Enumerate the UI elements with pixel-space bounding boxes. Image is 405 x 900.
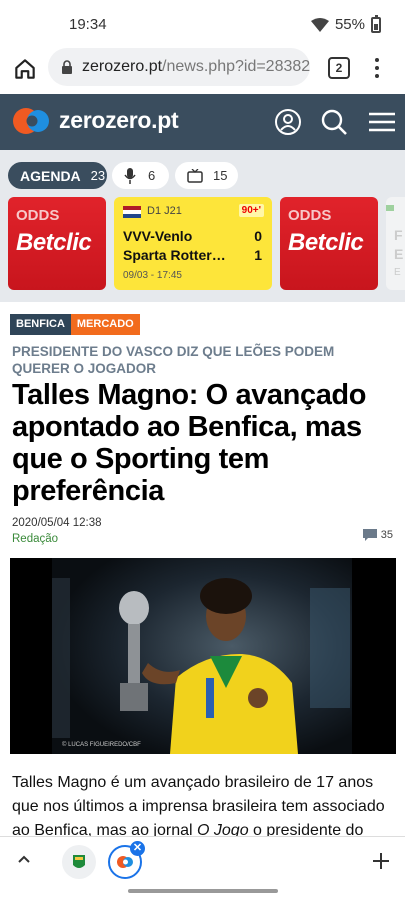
url-host: zerozero.pt	[82, 58, 163, 75]
tag-mercado[interactable]: MERCADO	[70, 314, 140, 335]
url-path: /news.php?id=28382	[162, 58, 310, 75]
article-kicker: PRESIDENTE DO VASCO DIZ QUE LEÕES PODEM …	[12, 344, 335, 376]
site-name[interactable]: zerozero.pt	[59, 107, 179, 134]
article-photo[interactable]: © LUCAS FIGUEIREDO/CBF	[10, 558, 396, 754]
lock-icon	[62, 60, 72, 74]
ad-odds-label: ODDS	[16, 207, 60, 224]
site-header: zerozero.pt	[0, 94, 405, 150]
betclic-ad-card-2[interactable]: ODDS Betclic	[280, 197, 378, 290]
wifi-icon	[310, 17, 329, 32]
close-tab-icon[interactable]: ✕	[130, 841, 145, 856]
partial-flag-icon	[386, 205, 394, 211]
battery-percent: 55%	[334, 16, 365, 33]
search-icon[interactable]	[320, 108, 348, 136]
browser-toolbar: zerozero.pt/news.php?id=28382 2	[0, 46, 405, 94]
partial-match-card[interactable]: F E E	[386, 197, 405, 290]
article-tags: BENFICA MERCADO	[10, 314, 140, 335]
agenda-strip: AGENDA 23 6 15 ODDS Betclic D1 J21 90+' …	[0, 150, 405, 302]
sporting-favicon-icon	[73, 855, 85, 868]
comments-count: 35	[380, 529, 393, 541]
hamburger-icon[interactable]	[368, 108, 396, 136]
match-card[interactable]: D1 J21 90+' VVV-Venlo 0 Sparta Rotterdam…	[114, 197, 272, 290]
tv-icon	[187, 168, 203, 183]
article-headline: Talles Magno: O avançado apontado ao Ben…	[12, 379, 367, 507]
menu-icon[interactable]	[370, 56, 384, 80]
match-away-team: Sparta Rotterdam	[123, 247, 228, 263]
player-photo-illustration	[52, 558, 352, 754]
agenda-button[interactable]: AGENDA 23	[8, 162, 107, 189]
comments-button[interactable]: 35	[362, 528, 393, 542]
browser-bottom-bar: ✕	[0, 836, 405, 886]
match-home-team: VVV-Venlo	[123, 228, 193, 244]
partial-card-text-1: F	[394, 227, 403, 243]
tv-filter-button[interactable]: 15	[175, 162, 238, 189]
ad-brand-label: Betclic	[288, 229, 364, 256]
gesture-handle[interactable]	[128, 889, 278, 893]
ad-odds-label: ODDS	[288, 207, 332, 224]
home-icon[interactable]	[12, 56, 38, 82]
partial-card-text-3: E	[394, 267, 401, 278]
comment-icon	[362, 529, 377, 541]
article-date: 2020/05/04 12:38	[12, 517, 102, 529]
match-datetime: 09/03 - 17:45	[123, 270, 182, 281]
audio-count: 6	[148, 168, 156, 183]
agenda-count: 23	[90, 168, 106, 183]
address-bar[interactable]: zerozero.pt/news.php?id=28382	[48, 48, 310, 86]
netherlands-flag-icon	[123, 206, 141, 218]
tv-count: 15	[213, 168, 228, 183]
clock: 19:34	[69, 16, 107, 33]
tag-benfica[interactable]: BENFICA	[10, 314, 71, 335]
agenda-label: AGENDA	[20, 167, 81, 184]
chevron-up-icon[interactable]	[16, 851, 32, 867]
new-tab-icon[interactable]	[372, 852, 390, 870]
photo-credit: © LUCAS FIGUEIREDO/CBF	[62, 742, 141, 748]
site-logo-icon[interactable]	[12, 106, 52, 136]
betclic-ad-card[interactable]: ODDS Betclic	[8, 197, 106, 290]
audio-filter-button[interactable]: 6	[112, 162, 169, 189]
status-bar: 19:34 55%	[0, 0, 405, 46]
ad-brand-label: Betclic	[16, 229, 92, 256]
match-away-score: 1	[254, 247, 262, 263]
battery-icon	[371, 14, 381, 33]
tab-switcher-button[interactable]: 2	[328, 57, 350, 79]
article-author[interactable]: Redação	[12, 533, 58, 545]
match-competition: D1 J21	[147, 205, 182, 217]
partial-card-text-2: E	[394, 246, 404, 262]
user-icon[interactable]	[274, 108, 302, 136]
microphone-icon	[124, 167, 136, 184]
match-home-score: 0	[254, 228, 262, 244]
match-live-badge: 90+'	[238, 204, 264, 217]
tab-group-item-sporting[interactable]	[62, 845, 96, 879]
